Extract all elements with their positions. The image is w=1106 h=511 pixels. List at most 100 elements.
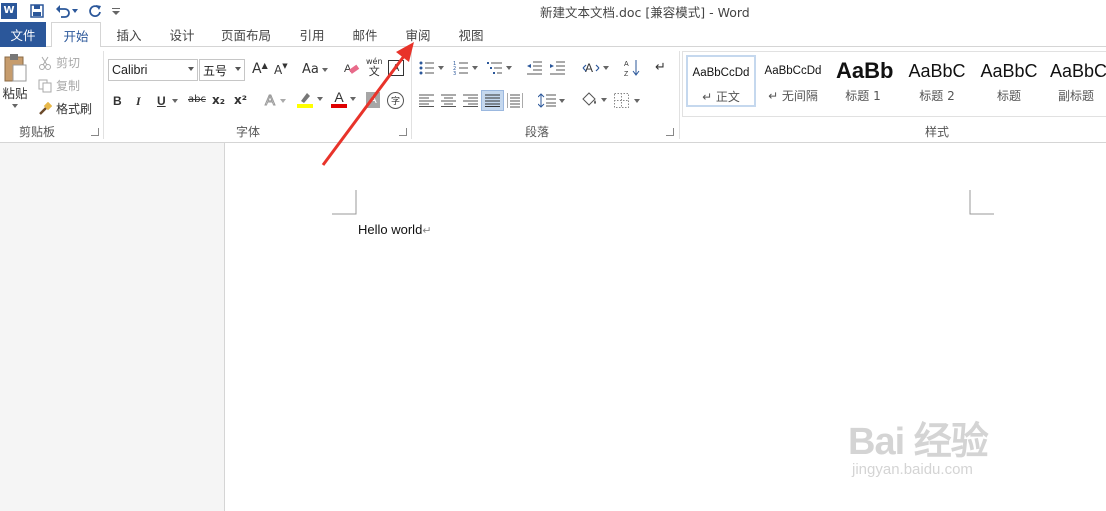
superscript-button[interactable]: x² <box>234 93 247 107</box>
word-logo-icon[interactable]: W <box>1 2 17 19</box>
chinese-layout-icon: A <box>582 61 600 75</box>
format-painter-icon <box>39 101 52 115</box>
paint-bucket-icon <box>582 92 596 106</box>
window-title: 新建文本文档.doc [兼容模式] - Word <box>540 5 750 20</box>
align-right-icon <box>463 94 478 107</box>
paste-button[interactable]: 粘贴 <box>0 53 30 115</box>
save-icon[interactable] <box>29 3 45 19</box>
distributed-button[interactable] <box>507 93 523 108</box>
shrink-font-button[interactable]: A ▼ <box>274 62 288 77</box>
style-heading-2[interactable]: AaBbC 标题 2 <box>902 55 972 107</box>
style-heading-2-sample: AaBbC <box>908 60 966 81</box>
tab-view[interactable]: 视图 <box>449 22 493 47</box>
align-center-button[interactable] <box>441 94 456 107</box>
cut-button[interactable]: 剪切 <box>38 54 80 71</box>
tab-file[interactable]: 文件 <box>0 22 46 47</box>
paragraph-group-label: 段落 <box>525 125 550 139</box>
font-name-combo[interactable]: Calibri <box>108 59 198 81</box>
document-text-line[interactable]: Hello world↵ <box>358 222 432 237</box>
bold-button[interactable]: B <box>113 94 122 108</box>
style-normal[interactable]: AaBbCcDd ↵ 正文 <box>686 55 756 107</box>
shading-button[interactable] <box>580 92 607 108</box>
tab-page-layout[interactable]: 页面布局 <box>215 22 277 47</box>
character-border-button[interactable]: A <box>388 60 404 76</box>
multilevel-list-button[interactable] <box>487 61 512 75</box>
style-no-spacing-sample: AaBbCcDd <box>764 65 822 77</box>
group-separator <box>679 51 680 139</box>
format-painter-label: 格式刷 <box>56 102 93 116</box>
tab-design[interactable]: 设计 <box>160 22 204 47</box>
group-separator <box>411 51 412 139</box>
subscript-button[interactable]: x₂ <box>212 93 225 107</box>
font-size-dropdown-icon[interactable] <box>235 67 241 71</box>
paragraph-dialog-launcher[interactable] <box>666 128 674 136</box>
style-no-spacing-name: ↵ 无间隔 <box>768 89 818 103</box>
font-size-combo[interactable]: 五号 <box>199 59 245 81</box>
clipboard-dialog-launcher[interactable] <box>91 128 99 136</box>
tab-insert[interactable]: 插入 <box>107 22 151 47</box>
font-name-dropdown-icon[interactable] <box>188 67 194 71</box>
tab-home[interactable]: 开始 <box>51 22 101 48</box>
character-shading-button[interactable]: A <box>366 92 380 108</box>
format-painter-button[interactable]: 格式刷 <box>38 100 92 117</box>
svg-text:3: 3 <box>453 71 456 75</box>
paste-dropdown-icon[interactable] <box>12 104 18 108</box>
style-subtitle-sample: AaBbC <box>1050 60 1106 81</box>
style-heading-1[interactable]: AaBb 标题 1 <box>830 55 896 107</box>
sort-button[interactable]: AZ <box>624 59 640 77</box>
tab-references[interactable]: 引用 <box>290 22 334 47</box>
bullets-button[interactable] <box>419 61 444 75</box>
line-spacing-icon <box>538 93 556 108</box>
strikethrough-button[interactable]: abc <box>188 94 206 105</box>
phonetic-guide-button[interactable]: wén 文 <box>366 57 383 77</box>
svg-text:Z: Z <box>624 71 629 77</box>
superscript-glyph: x² <box>234 93 247 107</box>
decrease-indent-button[interactable] <box>527 61 543 75</box>
font-color-button[interactable]: A <box>331 90 347 108</box>
align-left-button[interactable] <box>419 94 434 107</box>
increase-indent-button[interactable] <box>550 61 566 75</box>
underline-glyph: U <box>157 94 166 108</box>
bullet-list-icon <box>419 61 434 75</box>
show-marks-button[interactable]: ↵ <box>655 60 666 75</box>
redo-icon[interactable] <box>87 3 103 19</box>
crop-mark-left <box>332 190 357 215</box>
justify-button[interactable] <box>481 90 504 111</box>
eraser-icon: A <box>344 63 360 75</box>
italic-button[interactable]: I <box>136 94 141 109</box>
style-title[interactable]: AaBbC 标题 <box>974 55 1044 107</box>
enclose-characters-button[interactable]: 字 <box>387 92 404 109</box>
style-heading-1-name: 标题 1 <box>845 89 881 103</box>
borders-button[interactable] <box>614 93 640 108</box>
clear-formatting-button[interactable]: A <box>344 61 360 77</box>
undo-dropdown-icon[interactable] <box>71 3 79 19</box>
font-color-dropdown[interactable] <box>350 97 356 101</box>
change-case-button[interactable]: Aa <box>302 62 328 77</box>
font-dialog-launcher[interactable] <box>399 128 407 136</box>
numbering-button[interactable]: 123 <box>453 61 478 75</box>
font-color-glyph: A <box>334 89 344 105</box>
style-title-name: 标题 <box>996 89 1021 103</box>
customize-qat-icon[interactable] <box>111 3 121 19</box>
justify-icon <box>485 94 500 107</box>
line-spacing-button[interactable] <box>538 93 565 108</box>
style-no-spacing[interactable]: AaBbCcDd ↵ 无间隔 <box>758 55 828 107</box>
grow-font-button[interactable]: A ▲ <box>252 61 268 78</box>
chinese-layout-button[interactable]: A <box>582 60 609 76</box>
underline-button[interactable]: U <box>157 94 178 108</box>
align-right-button[interactable] <box>463 94 478 107</box>
tab-review[interactable]: 审阅 <box>396 22 440 47</box>
align-left-icon <box>419 94 434 107</box>
font-color-swatch <box>331 104 347 108</box>
cut-label: 剪切 <box>56 56 81 70</box>
style-subtitle[interactable]: AaBbC 副标题 <box>1046 55 1106 107</box>
undo-icon[interactable] <box>55 3 71 19</box>
text-effects-button[interactable]: A <box>264 92 287 110</box>
tab-mailings[interactable]: 邮件 <box>343 22 387 47</box>
multilevel-list-icon <box>487 62 502 74</box>
highlight-button[interactable] <box>296 90 323 108</box>
copy-button[interactable]: 复制 <box>38 77 80 94</box>
group-separator <box>103 51 104 139</box>
text-effects-glyph: A <box>264 92 276 110</box>
ribbon-home: 粘贴 剪切 复制 格式刷 剪贴板 Calibri 五号 A ▲ A ▼ Aa A w… <box>0 47 1106 143</box>
